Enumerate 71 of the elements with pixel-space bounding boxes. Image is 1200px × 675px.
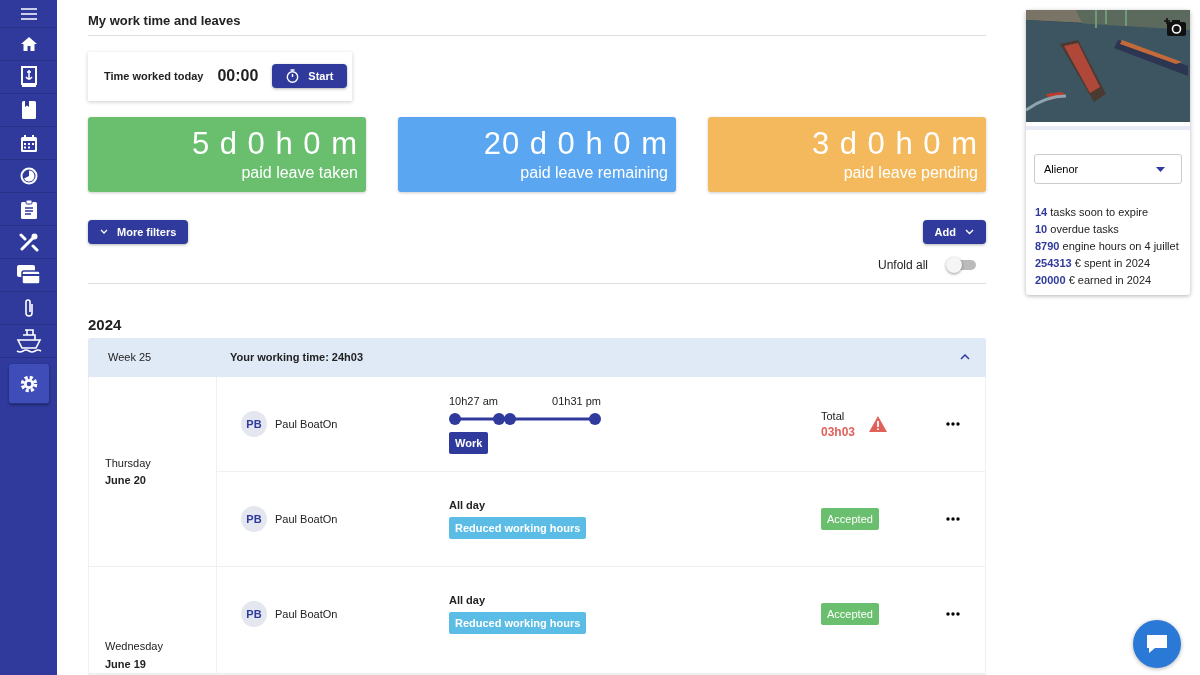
- ship-icon: [15, 328, 42, 354]
- leave-label: paid leave taken: [241, 163, 358, 183]
- stopwatch-icon: [286, 69, 300, 84]
- person-name: Paul BoatOn: [275, 608, 338, 620]
- pie-chart-icon: [19, 167, 38, 185]
- unfold-label: Unfold all: [877, 258, 928, 272]
- clipboard-icon: [20, 199, 37, 219]
- weekday: Wednesday: [105, 639, 164, 654]
- leave-type-tag: Reduced working hours: [449, 517, 587, 539]
- date: June 19: [105, 657, 147, 672]
- chat-icon: [1146, 634, 1168, 654]
- chat-button[interactable]: [1133, 620, 1181, 668]
- avatar: PB: [241, 601, 267, 627]
- unfold-toggle[interactable]: [948, 260, 976, 270]
- working-time: Your working time: 24h03: [230, 351, 365, 364]
- nav-item[interactable]: [8, 364, 49, 404]
- avatar: PB: [241, 411, 267, 437]
- boat-stat: 10 overdue tasks: [1035, 222, 1120, 237]
- boat-stat: 20000 € earned in 2024: [1035, 273, 1153, 288]
- settings-icon: [18, 373, 39, 394]
- book-icon: [21, 101, 36, 119]
- tools-icon: [18, 232, 39, 252]
- end-time: 01h31 pm: [552, 394, 601, 407]
- chevron-down-icon: [100, 229, 108, 235]
- leave-duration: 3 d 0 h 0 m: [811, 125, 978, 163]
- status-badge: Accepted: [821, 508, 879, 530]
- week-header[interactable]: Week 25 Your working time: 24h03: [88, 338, 986, 377]
- more-icon: [946, 612, 960, 616]
- week-label: Week 25: [108, 351, 153, 364]
- leave-type-tag: Reduced working hours: [449, 612, 587, 634]
- more-options-button[interactable]: [943, 609, 963, 619]
- period-label: All day: [449, 499, 486, 511]
- page-title: My work time and leaves: [88, 13, 986, 36]
- more-icon: [946, 517, 960, 521]
- person-name: Paul BoatOn: [275, 513, 338, 525]
- total-label: Total: [821, 409, 846, 424]
- menu-icon: [20, 7, 37, 20]
- anchor-book-icon: [19, 66, 38, 88]
- period-label: All day: [449, 594, 486, 606]
- total-value: 03h03: [821, 424, 856, 440]
- person-name: Paul BoatOn: [275, 418, 338, 430]
- boat-stat: 254313 € spent in 2024: [1035, 256, 1151, 271]
- home-icon: [19, 35, 38, 53]
- weekday: Thursday: [105, 455, 152, 471]
- boat-stat: 14 tasks soon to expire: [1035, 205, 1150, 220]
- date: June 20: [105, 472, 147, 488]
- start-button[interactable]: Start: [272, 64, 348, 89]
- timer-value: 00:00: [217, 67, 259, 86]
- leave-label: paid leave pending: [843, 163, 978, 183]
- boat-select[interactable]: Alienor: [1034, 154, 1182, 184]
- add-button[interactable]: Add: [922, 220, 986, 244]
- avatar: PB: [241, 506, 267, 532]
- timer-label: Time worked today: [104, 70, 204, 83]
- add-photo-icon: [1164, 18, 1186, 36]
- more-filters-button[interactable]: More filters: [88, 220, 189, 244]
- start-time: 10h27 am: [449, 394, 498, 407]
- cards-icon: [16, 265, 41, 285]
- year-heading: 2024: [88, 316, 123, 333]
- status-badge: Accepted: [821, 603, 879, 625]
- boat-stat: 8790 engine hours on 4 juillet: [1035, 239, 1180, 254]
- calendar-icon: [20, 134, 37, 152]
- chevron-down-icon: [965, 229, 974, 235]
- more-icon: [946, 422, 960, 426]
- more-options-button[interactable]: [943, 419, 963, 429]
- leave-duration: 20 d 0 h 0 m: [483, 125, 668, 163]
- work-tag: Work: [449, 431, 489, 454]
- leave-label: paid leave remaining: [520, 163, 668, 183]
- leave-duration: 5 d 0 h 0 m: [191, 125, 358, 163]
- paperclip-icon: [22, 298, 35, 318]
- dropdown-icon: [1156, 166, 1165, 172]
- more-options-button[interactable]: [943, 514, 963, 524]
